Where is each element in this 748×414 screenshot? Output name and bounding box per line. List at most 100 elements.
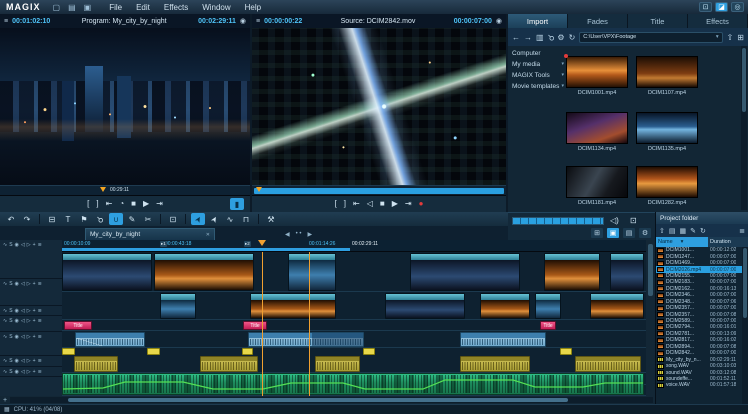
project-file-row[interactable]: DCIM2162...00:00:16:13 <box>656 286 742 292</box>
track-button-icon[interactable]: S <box>9 358 12 364</box>
import-media-button[interactable]: ⇧ <box>659 227 665 235</box>
timeline-hscrollbar[interactable]: + <box>0 396 655 404</box>
snap-magnet-button[interactable]: ∪ <box>109 213 123 225</box>
track-button-icon[interactable]: ◉ <box>15 334 19 340</box>
video-clip-track1[interactable] <box>154 253 254 291</box>
video-clip-track1[interactable] <box>410 253 520 291</box>
track-button-icon[interactable]: + <box>33 281 36 287</box>
undo-button[interactable]: ↶ <box>4 213 18 225</box>
track-button-icon[interactable]: S <box>9 369 12 375</box>
audio-clip-effect-short[interactable] <box>242 348 253 355</box>
sequence-tab[interactable]: My_city_by_night ✕ <box>85 228 215 240</box>
track-button-icon[interactable]: ∿ <box>3 334 7 340</box>
track-button-icon[interactable]: ◁ <box>21 358 25 364</box>
project-file-row[interactable]: DCIM1469...00:00:07:00 <box>656 260 742 266</box>
set-marker-button[interactable]: ⚑ <box>77 213 91 225</box>
draw-pen-button[interactable]: ✎ <box>125 213 139 225</box>
playback-toggle-button[interactable]: ▮ <box>230 198 244 210</box>
media-file-tile[interactable]: DCIM1282.mp4 <box>636 166 698 206</box>
playhead-handle[interactable] <box>258 240 266 246</box>
project-file-row[interactable]: DCIM2346...00:00:07:00 <box>656 292 742 298</box>
tab-nav-right-icon[interactable]: ▶ <box>308 231 313 238</box>
audio-clip-soundeffect[interactable] <box>74 356 118 372</box>
project-file-row[interactable]: DCIM2348...00:00:07:06 <box>656 299 742 305</box>
source-scrub-bar[interactable] <box>252 185 506 196</box>
tab-fades[interactable]: Fades <box>568 14 628 28</box>
record-source-button[interactable]: ▦ <box>680 227 687 235</box>
audio-clip-soundeffect[interactable] <box>460 356 530 372</box>
track-button-icon[interactable]: S <box>9 318 12 324</box>
play-button[interactable]: ▶ <box>392 200 398 208</box>
tab-import[interactable]: Import <box>508 14 568 28</box>
grid-view-icon[interactable]: ⊞ <box>591 228 603 238</box>
help-icon[interactable]: ◎ <box>731 2 744 12</box>
track-header-4[interactable]: ∿S◉◁▷+≋ <box>0 316 62 332</box>
chevron-down-icon[interactable]: ▾ <box>561 83 564 90</box>
audio-clip-soundeffect[interactable] <box>315 356 360 372</box>
column-name[interactable]: Name▾ <box>656 237 708 247</box>
track-button-icon[interactable]: S <box>9 281 12 287</box>
fade-in-handle[interactable] <box>76 338 102 346</box>
redo-button[interactable]: ↷ <box>20 213 34 225</box>
project-file-row[interactable]: DCIM1247...00:00:07:00 <box>656 253 742 259</box>
new-project-icon[interactable]: ▢ <box>49 3 65 12</box>
project-file-row[interactable]: DCIM2357...00:00:07:00 <box>656 305 742 311</box>
track-button-icon[interactable]: ∿ <box>3 318 7 324</box>
project-file-row[interactable]: DCIM2794...00:00:16:01 <box>656 324 742 330</box>
media-file-tile[interactable]: DCIM1181.mp4 <box>566 166 628 206</box>
path-dropdown[interactable]: C:\User\VPX\Footage▾ <box>579 32 722 43</box>
add-track-icon[interactable]: + <box>0 397 10 404</box>
video-clip-track1[interactable] <box>544 253 600 291</box>
track-button-icon[interactable]: ∿ <box>3 358 7 364</box>
track-button-icon[interactable]: + <box>33 369 36 375</box>
media-file-tile[interactable]: DCIM1001.mp4 <box>566 56 628 96</box>
loop-playback-button[interactable]: ◔ <box>119 200 124 208</box>
project-file-row[interactable]: DCIM2155...00:00:07:00 <box>656 273 742 279</box>
track-button-icon[interactable]: ▷ <box>27 318 31 324</box>
dual-monitor-icon[interactable]: ◪ <box>715 2 728 12</box>
track-button-icon[interactable]: ≋ <box>38 369 42 375</box>
grid-view-button[interactable]: ⊞ <box>737 33 744 42</box>
tab-title[interactable]: Title <box>628 14 688 28</box>
track-button-icon[interactable]: ∿ <box>3 242 7 248</box>
title-editor-button[interactable]: T <box>61 213 75 225</box>
tree-item-computer[interactable]: Computer <box>508 48 566 59</box>
refresh-button[interactable]: ↻ <box>700 227 706 235</box>
project-file-row[interactable]: song.WAV00:03:10:03 <box>656 363 742 369</box>
project-file-row[interactable]: DCIM2817...00:00:16:02 <box>656 337 742 343</box>
track-header-2[interactable]: ∿S◉◁▷+≋ <box>0 279 62 306</box>
save-project-icon[interactable]: ▣ <box>80 3 96 12</box>
chapter-marker[interactable]: ▸1 <box>160 241 167 247</box>
audio-tools-button[interactable]: ⚒ <box>264 213 278 225</box>
project-file-row[interactable]: DCIM2589...00:00:07:00 <box>656 318 742 324</box>
chapter-marker[interactable]: ▸2 <box>244 241 251 247</box>
record-button[interactable]: ● <box>419 200 424 208</box>
stop-button[interactable]: ■ <box>131 200 136 208</box>
media-file-tile[interactable]: DCIM1107.mp4 <box>636 56 698 96</box>
project-file-row[interactable]: DCIM2781...00:00:13:09 <box>656 331 742 337</box>
video-clip-track2[interactable] <box>160 293 196 319</box>
title-clip[interactable]: Title <box>540 321 556 330</box>
track-header-5[interactable]: ∿S◉◁▷+≋ <box>0 332 62 356</box>
jump-to-start-button[interactable]: ⇤ <box>353 200 360 208</box>
media-file-tile[interactable]: DCIM1135.mp4 <box>636 112 698 152</box>
track-button-icon[interactable]: ≋ <box>38 318 42 324</box>
track-header-3[interactable]: ∿S◉◁▷+≋ <box>0 306 62 316</box>
monitor-menu-icon[interactable]: ≡ <box>256 18 260 25</box>
program-video-viewport[interactable] <box>0 28 250 185</box>
track-header-6[interactable]: ∿S◉◁▷+≋ <box>0 356 62 367</box>
tree-item-magix-tools[interactable]: MAGIX Tools▾ <box>508 70 566 81</box>
track-button-icon[interactable]: ▷ <box>27 334 31 340</box>
track-button-icon[interactable]: ◁ <box>21 318 25 324</box>
project-file-row[interactable]: sound.WAV00:03:12:08 <box>656 369 742 375</box>
track-button-icon[interactable]: ◁ <box>21 308 25 314</box>
audio-clip-soundeffect[interactable] <box>200 356 258 372</box>
track-button-icon[interactable]: ▷ <box>27 308 31 314</box>
video-clip-track2[interactable] <box>535 293 561 319</box>
hscroll-thumb[interactable] <box>68 398 568 402</box>
audio-clip-effect-short[interactable] <box>560 348 572 355</box>
tab-nav-left-icon[interactable]: ◀ <box>285 231 290 238</box>
track-header-1[interactable]: ∿S◉◁▷+≋ <box>0 240 62 279</box>
track-button-icon[interactable]: ∿ <box>3 308 7 314</box>
tab-effects[interactable]: Effects <box>688 14 748 28</box>
